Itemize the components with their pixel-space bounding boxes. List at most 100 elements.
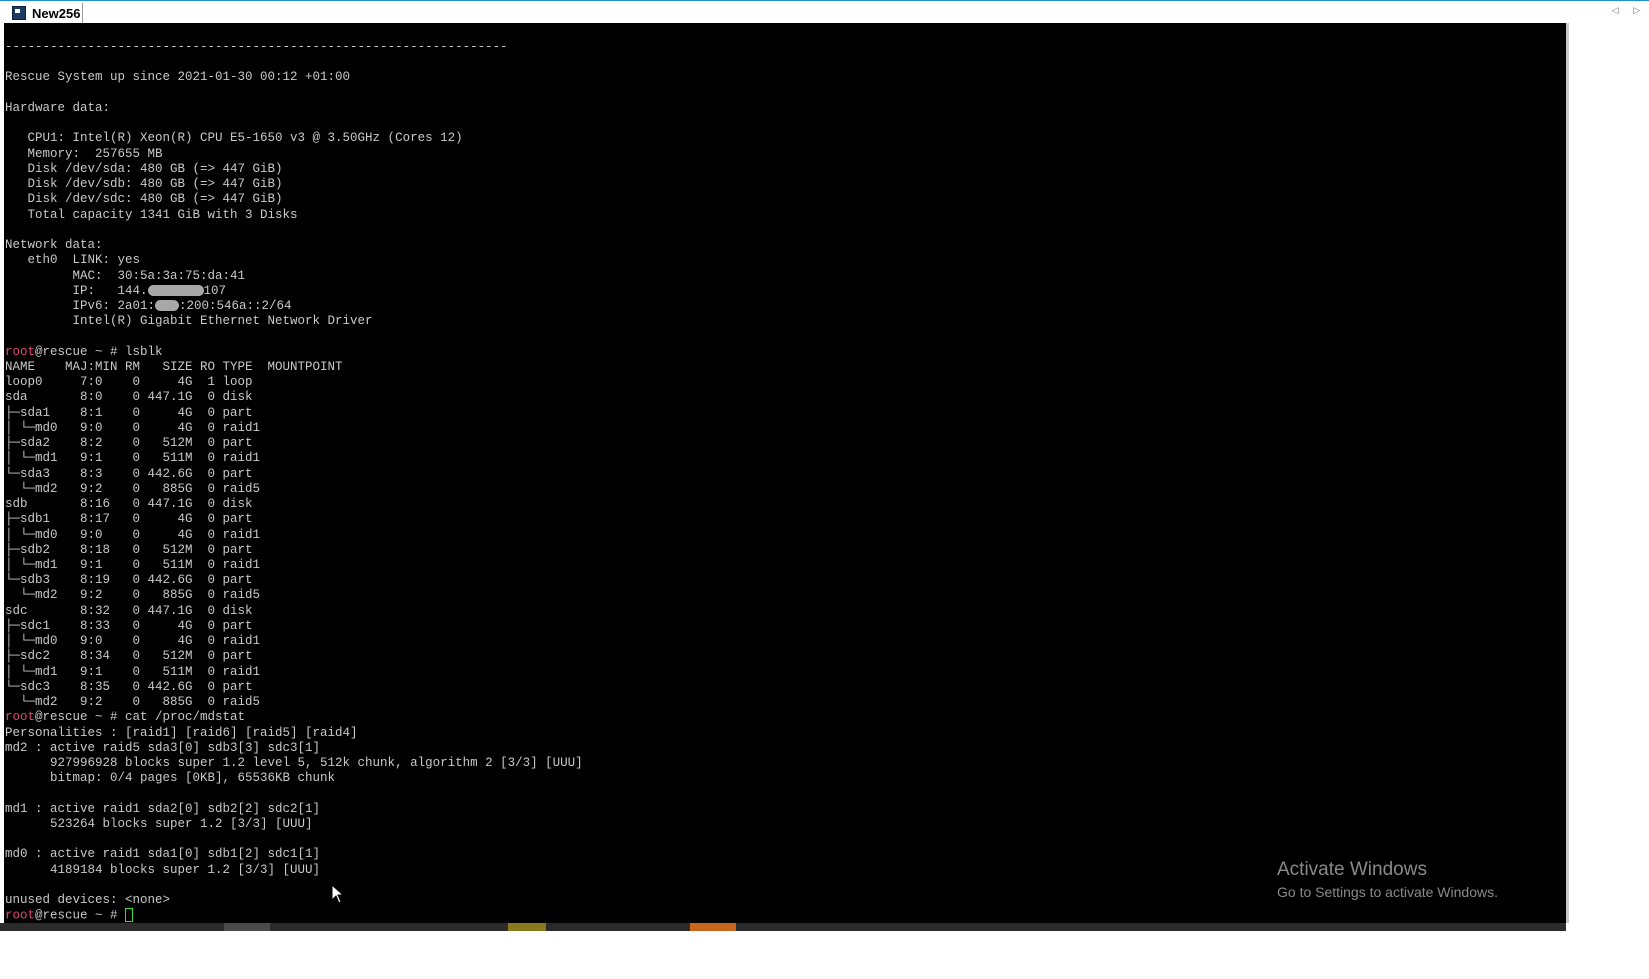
taskbar [0, 923, 1566, 931]
terminal-text: @rescue ~ # [35, 908, 126, 923]
terminal-line: ----------------------------------------… [5, 40, 583, 55]
terminal-frame: ----------------------------------------… [0, 23, 1649, 979]
terminal-line: loop0 7:0 0 4G 1 loop [5, 375, 583, 390]
terminal-text: @rescue ~ # cat /proc/mdstat [35, 710, 246, 725]
terminal-line: Memory: 257655 MB [5, 147, 583, 162]
terminal-text: ├─sdb1 8:17 0 4G 0 part [5, 512, 253, 527]
terminal-text: 4189184 blocks super 1.2 [3/3] [UUU] [5, 862, 321, 877]
session-tab[interactable]: New256 [8, 3, 83, 23]
terminal-line: IPv6: 2a01::200:546a::2/64 [5, 299, 583, 314]
terminal-line: │ └─md1 9:1 0 511M 0 raid1 [5, 665, 583, 680]
terminal-line: Total capacity 1341 GiB with 3 Disks [5, 208, 583, 223]
terminal-text: │ └─md1 9:1 0 511M 0 raid1 [5, 451, 261, 466]
prompt-user: root [5, 710, 36, 725]
terminal-line: └─md2 9:2 0 885G 0 raid5 [5, 482, 583, 497]
taskbar-button[interactable] [690, 923, 736, 931]
terminal-line: md0 : active raid1 sda1[0] sdb1[2] sdc1[… [5, 847, 583, 862]
prompt-user: root [5, 908, 36, 923]
terminal-text: ├─sdc1 8:33 0 4G 0 part [5, 618, 253, 633]
activate-windows-watermark: Activate Windows Go to Settings to activ… [1277, 859, 1498, 900]
terminal-line: sdc 8:32 0 447.1G 0 disk [5, 604, 583, 619]
terminal-text: sdb 8:16 0 447.1G 0 disk [5, 497, 253, 512]
terminal-text: │ └─md0 9:0 0 4G 0 raid1 [5, 420, 261, 435]
terminal-text: │ └─md1 9:1 0 511M 0 raid1 [5, 664, 261, 679]
terminal-line: └─md2 9:2 0 885G 0 raid5 [5, 695, 583, 710]
terminal-line: 4189184 blocks super 1.2 [3/3] [UUU] [5, 863, 583, 878]
tab-scroll-arrows-icon[interactable]: ◁ ▷ [1612, 5, 1646, 16]
redaction-mask [155, 300, 180, 312]
terminal-line: bitmap: 0/4 pages [0KB], 65536KB chunk [5, 771, 583, 786]
terminal-line: unused devices: <none> [5, 893, 583, 908]
terminal-text: md1 : active raid1 sda2[0] sdb2[2] sdc2[… [5, 801, 321, 816]
watermark-subtitle: Go to Settings to activate Windows. [1277, 884, 1498, 900]
terminal-line: ├─sdc1 8:33 0 4G 0 part [5, 619, 583, 634]
terminal-line: └─sdc3 8:35 0 442.6G 0 part [5, 680, 583, 695]
terminal-line: Disk /dev/sdc: 480 GB (=> 447 GiB) [5, 192, 583, 207]
terminal-line: 927996928 blocks super 1.2 level 5, 512k… [5, 756, 583, 771]
terminal-line: │ └─md1 9:1 0 511M 0 raid1 [5, 451, 583, 466]
terminal-line: Intel(R) Gigabit Ethernet Network Driver [5, 314, 583, 329]
terminal-line: Disk /dev/sda: 480 GB (=> 447 GiB) [5, 162, 583, 177]
terminal-text: ├─sda2 8:2 0 512M 0 part [5, 436, 253, 451]
terminal-line: ├─sdb1 8:17 0 4G 0 part [5, 512, 583, 527]
terminal-text: @rescue ~ # lsblk [35, 344, 163, 359]
terminal-text: loop0 7:0 0 4G 1 loop [5, 375, 253, 390]
terminal-text: NAME MAJ:MIN RM SIZE RO TYPE MOUNTPOINT [5, 359, 343, 374]
terminal-line: Hardware data: [5, 101, 583, 116]
prompt-user: root [5, 344, 36, 359]
terminal-screen[interactable]: ----------------------------------------… [4, 23, 1569, 923]
terminal-line: └─md2 9:2 0 885G 0 raid5 [5, 588, 583, 603]
terminal-line: md1 : active raid1 sda2[0] sdb2[2] sdc2[… [5, 802, 583, 817]
taskbar-button[interactable] [224, 923, 270, 931]
terminal-line: ├─sda1 8:1 0 4G 0 part [5, 406, 583, 421]
terminal-line: IP: 144. 107 [5, 284, 583, 299]
watermark-title: Activate Windows [1277, 859, 1427, 880]
terminal-text: sda 8:0 0 447.1G 0 disk [5, 390, 253, 405]
terminal-text: md0 : active raid1 sda1[0] sdb1[2] sdc1[… [5, 847, 321, 862]
redaction-mask [147, 284, 204, 296]
terminal-line: CPU1: Intel(R) Xeon(R) CPU E5-1650 v3 @ … [5, 131, 583, 146]
terminal-text: Rescue System up since 2021-01-30 00:12 … [5, 70, 351, 85]
terminal-text: 107 [203, 283, 227, 298]
terminal-text: Disk /dev/sdb: 480 GB (=> 447 GiB) [5, 177, 283, 192]
terminal-line: ├─sda2 8:2 0 512M 0 part [5, 436, 583, 451]
terminal-line: root@rescue ~ # [5, 908, 583, 923]
terminal-text: MAC: 30:5a:3a:75:da:41 [5, 268, 246, 283]
terminal-text: sdc 8:32 0 447.1G 0 disk [5, 603, 253, 618]
terminal-line: md2 : active raid5 sda3[0] sdb3[3] sdc3[… [5, 741, 583, 756]
terminal-text: unused devices: <none> [5, 893, 171, 908]
terminal-text: └─sdb3 8:19 0 442.6G 0 part [5, 573, 253, 588]
terminal-text: Disk /dev/sda: 480 GB (=> 447 GiB) [5, 161, 283, 176]
terminal-text: ├─sdb2 8:18 0 512M 0 part [5, 542, 253, 557]
terminal-cursor [125, 908, 134, 923]
terminal-text: │ └─md1 9:1 0 511M 0 raid1 [5, 557, 261, 572]
terminal-text: └─md2 9:2 0 885G 0 raid5 [5, 481, 261, 496]
terminal-text: Intel(R) Gigabit Ethernet Network Driver [5, 314, 373, 329]
terminal-text: md2 : active raid5 sda3[0] sdb3[3] sdc3[… [5, 740, 321, 755]
terminal-line: Disk /dev/sdb: 480 GB (=> 447 GiB) [5, 177, 583, 192]
terminal-line: Personalities : [raid1] [raid6] [raid5] … [5, 726, 583, 741]
terminal-line: │ └─md1 9:1 0 511M 0 raid1 [5, 558, 583, 573]
terminal-text: 523264 blocks super 1.2 [3/3] [UUU] [5, 816, 313, 831]
terminal-line: ├─sdb2 8:18 0 512M 0 part [5, 543, 583, 558]
terminal-line: eth0 LINK: yes [5, 253, 583, 268]
terminal-text: Hardware data: [5, 100, 111, 115]
terminal-line: sdb 8:16 0 447.1G 0 disk [5, 497, 583, 512]
terminal-line: MAC: 30:5a:3a:75:da:41 [5, 269, 583, 284]
terminal-text: └─md2 9:2 0 885G 0 raid5 [5, 695, 261, 710]
terminal-line: │ └─md0 9:0 0 4G 0 raid1 [5, 634, 583, 649]
terminal-text: ├─sdc2 8:34 0 512M 0 part [5, 649, 253, 664]
terminal-line: root@rescue ~ # lsblk [5, 345, 583, 360]
terminal-text: CPU1: Intel(R) Xeon(R) CPU E5-1650 v3 @ … [5, 131, 463, 146]
terminal-line: Rescue System up since 2021-01-30 00:12 … [5, 70, 583, 85]
taskbar-button[interactable] [508, 923, 546, 931]
terminal-text: :200:546a::2/64 [179, 298, 292, 313]
terminal-text: │ └─md0 9:0 0 4G 0 raid1 [5, 527, 261, 542]
terminal-text: │ └─md0 9:0 0 4G 0 raid1 [5, 634, 261, 649]
